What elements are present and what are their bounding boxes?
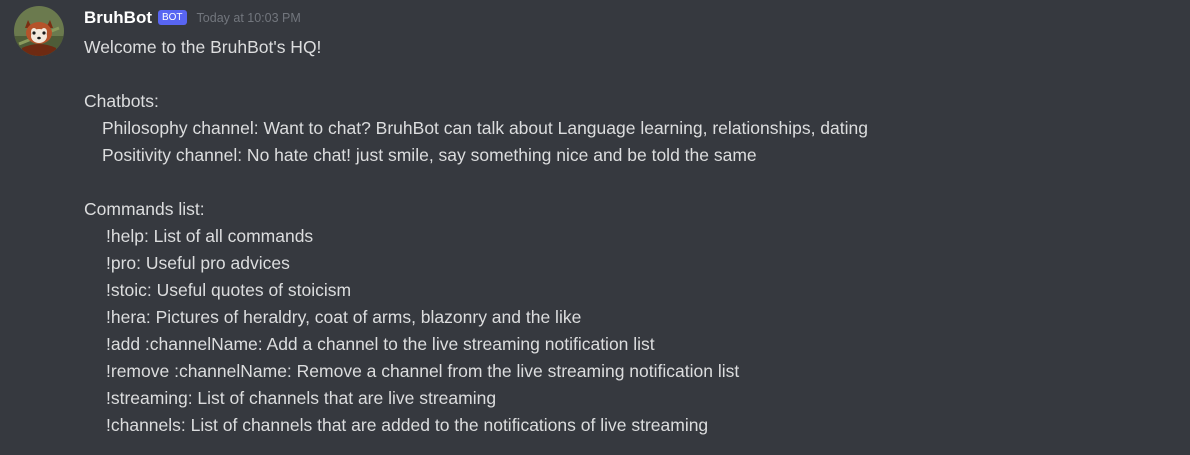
message-line: Chatbots: [84, 91, 159, 111]
message-line: !pro: Useful pro advices [106, 253, 290, 273]
message-line: !remove :channelName: Remove a channel f… [106, 361, 740, 381]
timestamp[interactable]: Today at 10:03 PM [197, 11, 301, 25]
message-line: Philosophy channel: Want to chat? BruhBo… [102, 118, 868, 138]
message-line: !streaming: List of channels that are li… [106, 388, 497, 408]
message-line: !channels: List of channels that are add… [106, 415, 709, 435]
message-line [84, 61, 1174, 88]
avatar[interactable] [14, 6, 64, 56]
message-line: !hera: Pictures of heraldry, coat of arm… [106, 307, 582, 327]
message-content: Welcome to the BruhBot's HQ! Chatbots: P… [84, 34, 1174, 439]
message-line: !stoic: Useful quotes of stoicism [106, 280, 352, 300]
message-line: Commands list: [84, 199, 205, 219]
message-line: !help: List of all commands [106, 226, 314, 246]
chat-message: BruhBot BOT Today at 10:03 PM Welcome to… [0, 0, 1190, 455]
red-panda-icon [14, 6, 64, 56]
bot-tag: BOT [157, 9, 187, 25]
username[interactable]: BruhBot [84, 8, 152, 28]
message-line: Positivity channel: No hate chat! just s… [102, 145, 757, 165]
message-line [84, 169, 1174, 196]
message-line: Welcome to the BruhBot's HQ! [84, 37, 322, 57]
message-header: BruhBot BOT Today at 10:03 PM [84, 7, 301, 29]
message-line: !add :channelName: Add a channel to the … [106, 334, 655, 354]
